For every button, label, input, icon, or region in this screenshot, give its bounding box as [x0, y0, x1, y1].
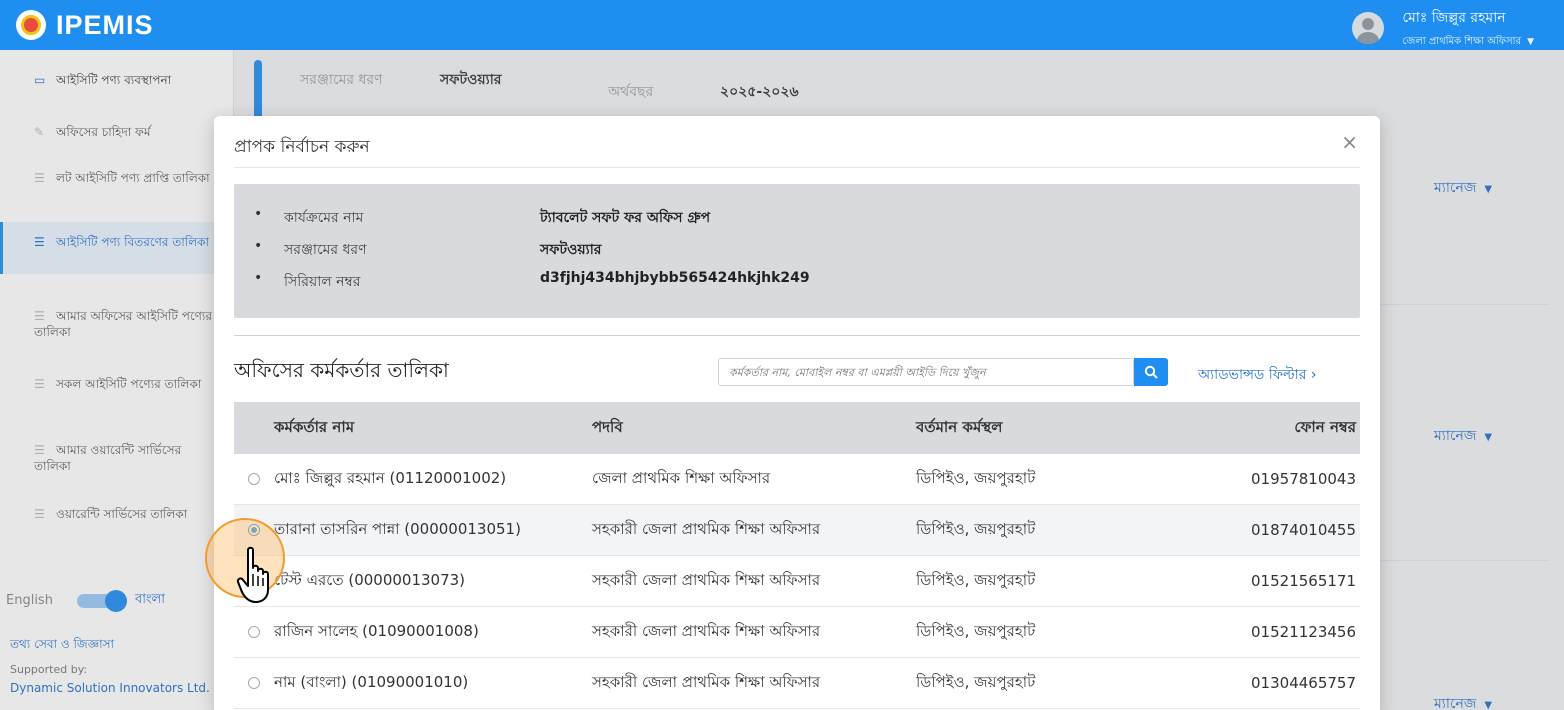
officer-designation: সহকারী জেলা প্রাথমিক শিক্ষা অফিসার — [592, 672, 821, 691]
select-radio[interactable] — [248, 677, 260, 689]
app-name: IPEMIS — [56, 9, 154, 40]
officer-phone: 01521565171 — [1251, 572, 1356, 590]
activity-info-box: • কার্যক্রমের নাম ট্যাবলেট সফট ফর অফিস গ্র… — [234, 184, 1360, 318]
officer-name: তারানা তাসরিন পান্না (00000013051) — [274, 519, 521, 538]
search-icon — [1144, 365, 1158, 379]
officer-designation: জেলা প্রাথমিক শিক্ষা অফিসার — [592, 468, 771, 487]
user-name: মোঃ জিল্লুর রহমান — [1402, 10, 1506, 26]
officer-name: টেস্ট এরতে (00000013073) — [274, 570, 466, 589]
avatar[interactable] — [1352, 12, 1385, 44]
info-row-activity: • কার্যক্রমের নাম ট্যাবলেট সফট ফর অফিস গ্র… — [254, 206, 711, 226]
search-button[interactable] — [1134, 358, 1168, 386]
divider — [234, 167, 1360, 168]
modal-title: প্রাপক নির্বাচন করুন — [234, 137, 370, 157]
select-radio[interactable] — [248, 626, 260, 638]
close-icon[interactable]: × — [1341, 130, 1358, 154]
divider — [234, 335, 1360, 336]
hand-pointer-icon — [236, 546, 269, 603]
officer-phone: 01521123456 — [1251, 623, 1356, 641]
user-role[interactable]: জেলা প্রাথমিক শিক্ষা অফিসার ▼ — [1402, 34, 1534, 51]
officer-location: ডিপিইও, জয়পুরহাট — [916, 621, 1036, 640]
officer-search-input[interactable] — [718, 358, 1134, 386]
info-row-equipment-type: • সরঞ্জামের ধরণ সফটওয়্যার — [254, 238, 602, 258]
top-navbar: IPEMIS মোঃ জিল্লুর রহমান জেলা প্রাথমিক শ… — [0, 0, 1564, 50]
officer-location: ডিপিইও, জয়পুরহাট — [916, 672, 1036, 691]
select-radio[interactable] — [248, 473, 260, 485]
recipient-select-modal: প্রাপক নির্বাচন করুন × • কার্যক্রমের নাম ট… — [214, 116, 1380, 710]
logo-icon — [16, 10, 46, 40]
table-row[interactable]: মোঃ জিল্লুর রহমান (01120001002) জেলা প্র… — [234, 454, 1360, 505]
table-row[interactable]: রাজিন সালেহ (01090001008) সহকারী জেলা প্… — [234, 607, 1360, 658]
officer-phone: 01874010455 — [1251, 521, 1356, 539]
officer-designation: সহকারী জেলা প্রাথমিক শিক্ষা অফিসার — [592, 519, 821, 538]
table-row[interactable]: তারানা তাসরিন পান্না (00000013051) সহকার… — [234, 505, 1360, 556]
officer-location: ডিপিইও, জয়পুরহাট — [916, 570, 1036, 589]
app-logo[interactable]: IPEMIS — [16, 10, 154, 41]
officer-location: ডিপিইও, জয়পুরহাট — [916, 519, 1036, 538]
officer-name: মোঃ জিল্লুর রহমান (01120001002) — [274, 468, 507, 487]
officer-name: নাম (বাংলা) (01090001010) — [274, 672, 469, 691]
column-header-phone: ফোন নম্বর — [1294, 417, 1356, 436]
chevron-down-icon: ▼ — [1527, 37, 1534, 47]
officer-phone: 01304465757 — [1251, 674, 1356, 692]
officer-phone: 01957810043 — [1251, 470, 1356, 488]
column-header-designation: পদবি — [592, 417, 623, 436]
officer-table: কর্মকর্তার নাম পদবি বর্তমান কর্মস্থল ফোন… — [234, 402, 1360, 709]
officer-designation: সহকারী জেলা প্রাথমিক শিক্ষা অফিসার — [592, 621, 821, 640]
advanced-filter-link[interactable]: অ্যাডভান্সড ফিল্টার › — [1198, 363, 1316, 387]
officer-location: ডিপিইও, জয়পুরহাট — [916, 468, 1036, 487]
table-header: কর্মকর্তার নাম পদবি বর্তমান কর্মস্থল ফোন… — [234, 402, 1360, 454]
column-header-location: বর্তমান কর্মস্থল — [916, 417, 1003, 436]
column-header-name: কর্মকর্তার নাম — [274, 417, 355, 436]
info-row-serial-number: • সিরিয়াল নম্বর d3fjhj434bhjbybb565424hkj… — [254, 270, 810, 290]
table-row[interactable]: টেস্ট এরতে (00000013073) সহকারী জেলা প্র… — [234, 556, 1360, 607]
officer-name: রাজিন সালেহ (01090001008) — [274, 621, 479, 640]
table-row[interactable]: নাম (বাংলা) (01090001010) সহকারী জেলা প্… — [234, 658, 1360, 709]
officer-list-title: অফিসের কর্মকর্তার তালিকা — [234, 358, 449, 382]
user-menu[interactable]: মোঃ জিল্লুর রহমান জেলা প্রাথমিক শিক্ষা অ… — [1352, 6, 1534, 51]
officer-designation: সহকারী জেলা প্রাথমিক শিক্ষা অফিসার — [592, 570, 821, 589]
